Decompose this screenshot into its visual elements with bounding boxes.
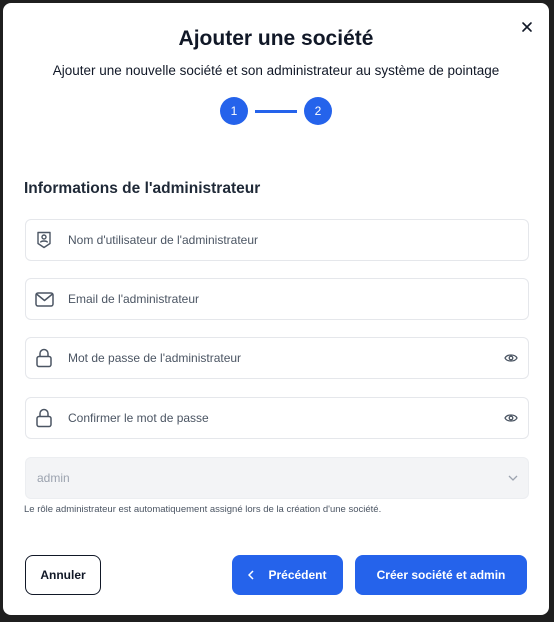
password-field[interactable] — [25, 337, 529, 379]
add-company-dialog: Ajouter une société Ajouter une nouvelle… — [3, 3, 549, 615]
chevron-left-icon — [248, 570, 255, 580]
mail-icon — [34, 289, 54, 309]
email-field[interactable] — [25, 278, 529, 320]
lock-icon — [34, 408, 54, 428]
cancel-button-label: Annuler — [40, 568, 86, 582]
role-select: admin — [25, 457, 529, 499]
username-input[interactable] — [68, 233, 528, 247]
dialog-title: Ajouter une société — [178, 27, 374, 50]
section-title: Informations de l'administrateur — [24, 180, 261, 197]
password-input[interactable] — [68, 351, 503, 365]
confirm-password-field[interactable] — [25, 397, 529, 439]
lock-icon — [34, 348, 54, 368]
email-input[interactable] — [68, 292, 528, 306]
cancel-button[interactable]: Annuler — [25, 555, 101, 595]
role-select-value: admin — [37, 471, 70, 485]
eye-icon[interactable] — [503, 350, 519, 366]
role-hint: Le rôle administrateur est automatiqueme… — [24, 504, 382, 515]
previous-button[interactable]: Précédent — [232, 555, 343, 595]
dialog-subtitle: Ajouter une nouvelle société et son admi… — [52, 63, 500, 78]
chevron-down-icon — [508, 475, 518, 481]
eye-icon[interactable] — [503, 410, 519, 426]
badge-icon — [34, 230, 54, 250]
previous-button-label: Précédent — [268, 568, 327, 582]
create-button-label: Créer société et admin — [376, 568, 506, 582]
username-field[interactable] — [25, 219, 529, 261]
confirm-password-input[interactable] — [68, 411, 503, 425]
step-2-indicator: 2 — [304, 97, 332, 125]
create-company-admin-button[interactable]: Créer société et admin — [355, 555, 527, 595]
step-connector — [255, 109, 297, 113]
stepper: 1 2 — [220, 97, 332, 125]
step-1-indicator: 1 — [220, 97, 248, 125]
